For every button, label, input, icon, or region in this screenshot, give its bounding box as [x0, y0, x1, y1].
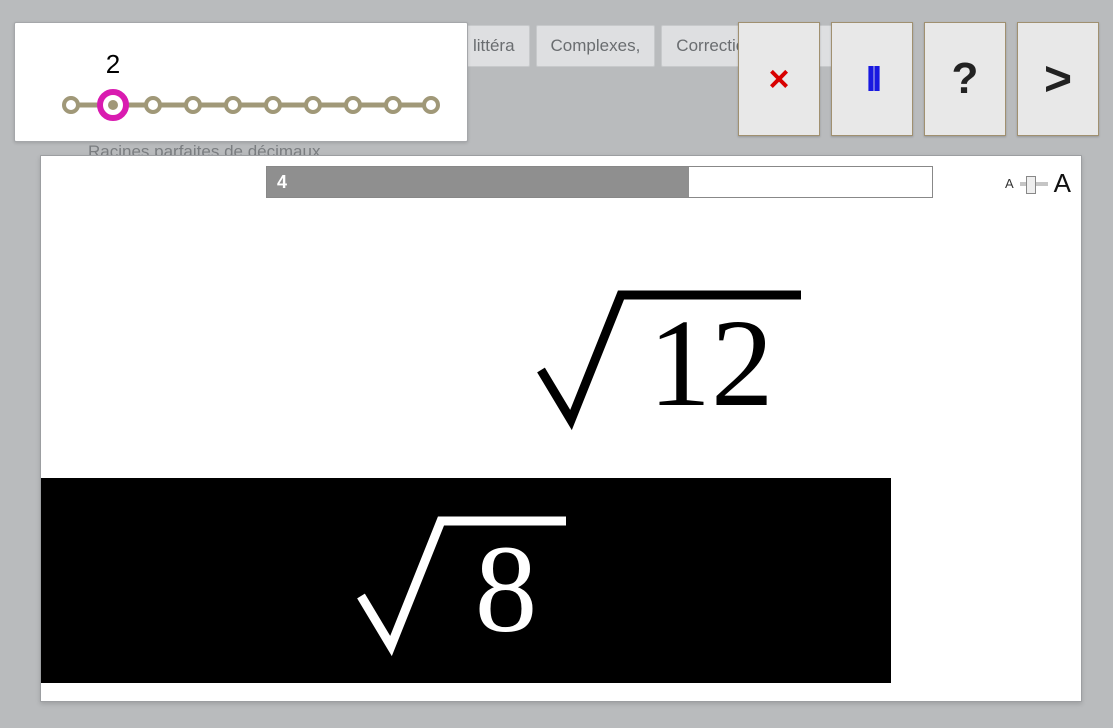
- help-icon: ?: [952, 54, 979, 104]
- pause-button[interactable]: II: [831, 22, 913, 136]
- exercise-panel: 4 A A 12 8: [40, 155, 1082, 702]
- progress-active-label: 2: [106, 49, 120, 79]
- next-icon: >: [1044, 52, 1072, 107]
- font-size-control[interactable]: A A: [1005, 168, 1071, 199]
- progress-dot: [64, 98, 78, 112]
- progress-dot: [186, 98, 200, 112]
- bg-tab: Complexes,: [536, 25, 656, 67]
- answer-input[interactable]: 4: [266, 166, 933, 198]
- progress-dot: [306, 98, 320, 112]
- font-large-label: A: [1054, 168, 1071, 199]
- answer-input-value: 4: [267, 167, 689, 197]
- font-size-slider-thumb[interactable]: [1026, 176, 1036, 194]
- close-icon: ×: [768, 58, 789, 100]
- progress-dot: [346, 98, 360, 112]
- progress-dot: [424, 98, 438, 112]
- progress-dot: [386, 98, 400, 112]
- answer-input-empty: [689, 167, 932, 197]
- next-button[interactable]: >: [1017, 22, 1099, 136]
- progress-dot: [226, 98, 240, 112]
- progress-dot: [266, 98, 280, 112]
- close-button[interactable]: ×: [738, 22, 820, 136]
- current-question: 12: [286, 256, 1066, 454]
- progress-dot: [146, 98, 160, 112]
- question-radicand: 12: [649, 295, 774, 433]
- previous-answer: 8: [41, 478, 891, 683]
- progress-indicator: 2: [14, 22, 468, 142]
- help-button[interactable]: ?: [924, 22, 1006, 136]
- progress-dot-active-inner: [108, 100, 118, 110]
- font-size-slider-track[interactable]: [1020, 182, 1048, 186]
- previous-radicand: 8: [475, 521, 538, 659]
- pause-icon: II: [866, 58, 878, 100]
- font-small-label: A: [1005, 176, 1014, 191]
- control-bar: × II ? >: [738, 22, 1099, 136]
